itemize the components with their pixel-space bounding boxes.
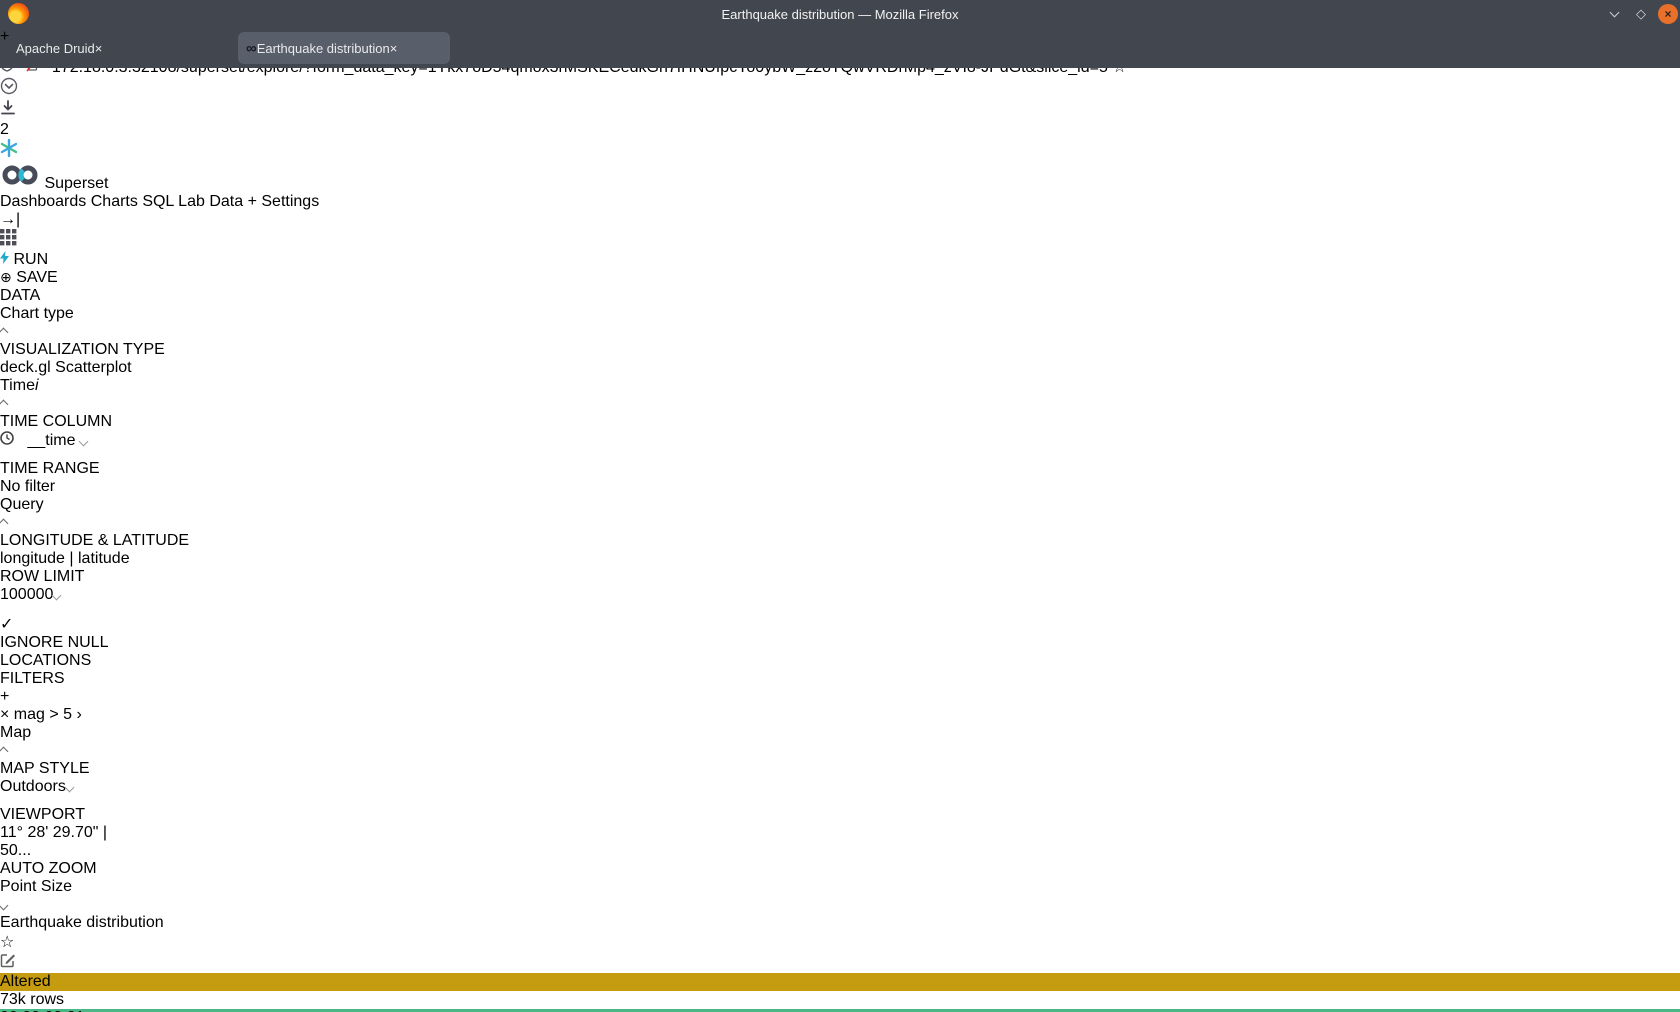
superset-infinity-icon <box>0 162 40 188</box>
chart-controls-panel: RUN ⊕ SAVE DATA Chart type VISUALIZATION… <box>0 251 1680 914</box>
chevron-down-icon[interactable] <box>0 901 8 911</box>
favorite-star-icon[interactable]: ☆ <box>0 932 1680 952</box>
auto-zoom-label: AUTO ZOOM <box>0 860 1680 878</box>
expand-filter-icon[interactable]: › <box>77 706 82 723</box>
time-column-select[interactable]: __time <box>0 431 287 460</box>
tab-data[interactable]: DATA <box>0 287 1680 305</box>
viewport-label: VIEWPORT <box>0 806 1680 824</box>
superset-logo[interactable]: Superset <box>0 162 1680 193</box>
section-point-size[interactable]: Point Size <box>0 878 1680 896</box>
section-chart-type[interactable]: Chart type <box>0 305 1680 323</box>
dataset-grid-icon[interactable] <box>0 229 1680 251</box>
filters-label: FILTERS <box>0 670 1680 688</box>
nav-data[interactable]: Data <box>209 193 243 210</box>
nav-settings[interactable]: Settings <box>261 193 319 210</box>
nav-charts[interactable]: Charts <box>91 193 138 210</box>
chevron-down-icon <box>78 437 88 447</box>
time-range-label: TIME RANGE <box>0 460 1680 478</box>
tab-earthquake-distribution[interactable]: ∞ Earthquake distribution × <box>238 32 450 64</box>
tab-bar: Apache Druid × ∞ Earthquake distribution… <box>0 28 1680 68</box>
filter-item[interactable]: × mag > 5 › <box>0 706 1680 724</box>
add-filter-button[interactable]: + <box>0 688 1680 706</box>
time-column-label: TIME COLUMN <box>0 413 1680 431</box>
superset-favicon: ∞ <box>246 40 257 57</box>
chevron-up-icon[interactable] <box>0 400 8 410</box>
section-query[interactable]: Query <box>0 496 1680 514</box>
ublock-badge: 2 <box>0 121 1680 139</box>
superset-navbar: Superset Dashboards Charts SQL Lab Data … <box>0 162 1680 211</box>
section-map[interactable]: Map <box>0 724 1680 742</box>
remove-filter-icon[interactable]: × <box>0 706 9 723</box>
chart-title[interactable]: Earthquake distribution <box>0 914 1680 932</box>
tab-title: Apache Druid <box>16 41 95 56</box>
clock-icon <box>0 431 14 445</box>
window-maximize-button[interactable]: ◇ <box>1631 4 1651 24</box>
tab-close-icon[interactable]: × <box>390 41 398 56</box>
row-limit-label: ROW LIMIT <box>0 568 1680 586</box>
ignore-null-checkbox[interactable]: ✓ <box>0 614 1680 634</box>
lonlat-label: LONGITUDE & LATITUDE <box>0 532 1680 550</box>
plus-circle-icon: ⊕ <box>0 269 12 285</box>
ignore-null-label-2: LOCATIONS <box>0 652 1680 670</box>
tab-apache-druid[interactable]: Apache Druid × <box>8 32 216 64</box>
altered-badge[interactable]: Altered <box>0 973 1680 991</box>
section-time[interactable]: Timei <box>0 377 1680 395</box>
tab-close-icon[interactable]: × <box>95 41 103 56</box>
lightning-icon <box>0 251 9 264</box>
ignore-null-label-1: IGNORE NULL <box>0 634 1680 652</box>
filter-expression: mag > 5 <box>14 706 72 723</box>
extension-asterisk-icon[interactable] <box>0 139 1680 162</box>
chart-panel: Earthquake distribution ☆ Altered 73k ro… <box>0 914 1680 1012</box>
new-chart-button[interactable]: + <box>248 193 257 210</box>
row-count-badge: 73k rows <box>0 991 1680 1009</box>
pocket-icon[interactable] <box>0 77 1680 100</box>
viewport-value[interactable]: 11° 28' 29.70" | 50... <box>0 824 132 860</box>
chevron-up-icon[interactable] <box>0 747 8 757</box>
map-style-select[interactable]: Outdoors <box>0 778 134 806</box>
chevron-up-icon[interactable] <box>0 519 8 529</box>
info-icon: i <box>35 377 39 394</box>
nav-dashboards[interactable]: Dashboards <box>0 193 86 210</box>
run-button[interactable]: RUN <box>0 251 1680 269</box>
map-style-label: MAP STYLE <box>0 760 1680 778</box>
downloads-icon[interactable] <box>0 100 1680 121</box>
brand-name: Superset <box>44 175 108 192</box>
window-title: Earthquake distribution — Mozilla Firefo… <box>0 7 1680 22</box>
window-titlebar: Earthquake distribution — Mozilla Firefo… <box>0 0 1680 28</box>
time-range-value[interactable]: No filter <box>0 478 1680 496</box>
filter-container: × mag > 5 › <box>0 706 1680 724</box>
window-minimize-button[interactable] <box>1604 4 1624 24</box>
viz-type-label: VISUALIZATION TYPE <box>0 341 1680 359</box>
tab-title: Earthquake distribution <box>257 41 390 56</box>
chevron-up-icon[interactable] <box>0 328 8 338</box>
expand-panel-icon[interactable]: →| <box>0 211 1680 229</box>
dataset-collapsed-strip: →| <box>0 211 1680 251</box>
row-limit-select[interactable]: 100000 <box>0 586 134 614</box>
edit-properties-icon[interactable] <box>0 952 1680 973</box>
nav-sql-lab[interactable]: SQL Lab <box>142 193 205 210</box>
chevron-down-icon <box>52 591 62 601</box>
lonlat-value[interactable]: longitude | latitude <box>0 550 1680 568</box>
save-button[interactable]: ⊕ SAVE <box>0 269 1680 287</box>
window-close-button[interactable]: × <box>1658 4 1678 24</box>
viz-type-value[interactable]: deck.gl Scatterplot <box>0 359 1680 377</box>
